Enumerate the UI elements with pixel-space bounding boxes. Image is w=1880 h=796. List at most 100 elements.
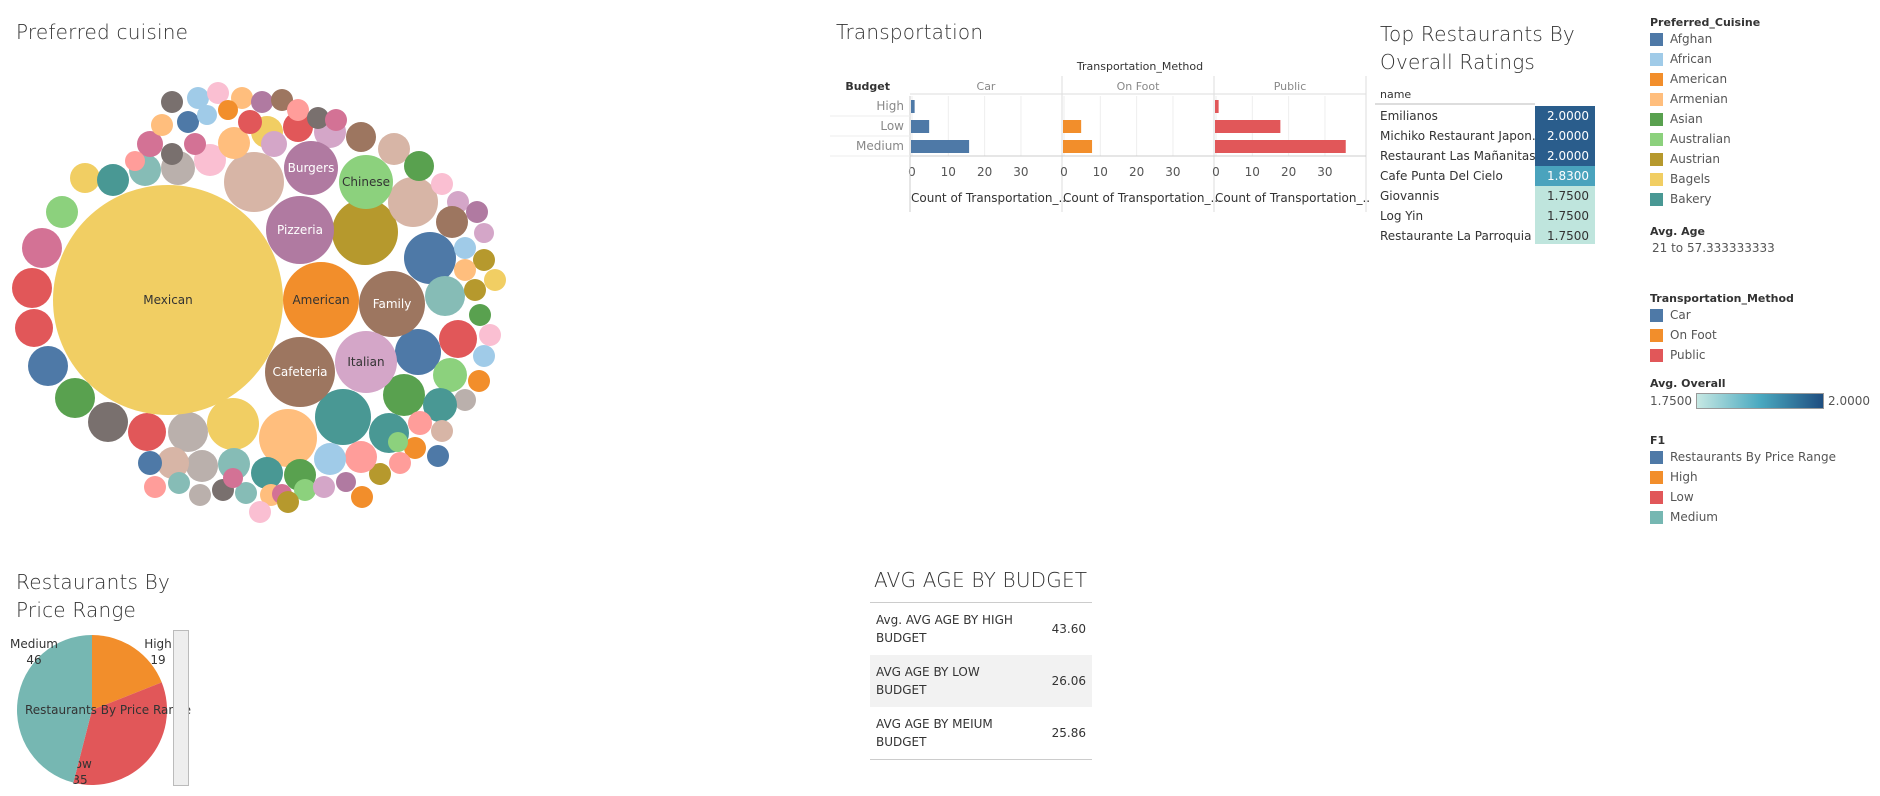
cuisine-bubble[interactable] xyxy=(427,445,449,467)
legend-f1-item[interactable]: Restaurants By Price Range xyxy=(1650,447,1870,467)
legend-f1-item[interactable]: Low xyxy=(1650,487,1870,507)
cuisine-bubble[interactable] xyxy=(12,268,52,308)
cuisine-bubble[interactable] xyxy=(28,346,68,386)
transport-bar[interactable] xyxy=(1215,100,1219,113)
transport-bar[interactable] xyxy=(911,100,915,113)
cuisine-bubble[interactable] xyxy=(345,441,377,473)
cuisine-bubble[interactable] xyxy=(138,451,162,475)
cuisine-bubble[interactable] xyxy=(189,484,211,506)
cuisine-bubble[interactable] xyxy=(404,232,456,284)
cuisine-bubble[interactable] xyxy=(346,122,376,152)
cuisine-bubble[interactable] xyxy=(277,491,299,513)
cuisine-bubble[interactable] xyxy=(468,370,490,392)
legend-cuisine-item[interactable]: Armenian xyxy=(1650,89,1870,109)
cuisine-bubble[interactable] xyxy=(431,420,453,442)
cuisine-bubble[interactable] xyxy=(238,110,262,134)
cuisine-bubble[interactable] xyxy=(431,173,453,195)
legend-cuisine-item[interactable]: African xyxy=(1650,49,1870,69)
legend-cuisine-item[interactable]: Bakery xyxy=(1650,189,1870,209)
cuisine-bubble[interactable] xyxy=(207,398,259,450)
transport-bar[interactable] xyxy=(911,140,970,153)
legend-cuisine-item[interactable]: Afghan xyxy=(1650,29,1870,49)
transport-bar[interactable] xyxy=(1063,140,1093,153)
cuisine-bubble[interactable] xyxy=(314,443,346,475)
legend-cuisine-item[interactable]: American xyxy=(1650,69,1870,89)
cuisine-bubble[interactable] xyxy=(223,468,243,488)
cuisine-bubble[interactable] xyxy=(128,413,166,451)
cuisine-bubble[interactable] xyxy=(336,472,356,492)
cuisine-bubble[interactable] xyxy=(469,304,491,326)
cuisine-bubble[interactable] xyxy=(186,450,218,482)
cuisine-bubble[interactable] xyxy=(287,99,309,121)
cuisine-bubble[interactable] xyxy=(168,412,208,452)
cuisine-bubble[interactable] xyxy=(388,432,408,452)
cuisine-bubble[interactable] xyxy=(251,457,283,489)
legend-cuisine-item[interactable]: Australian xyxy=(1650,129,1870,149)
cuisine-bubble[interactable] xyxy=(466,201,488,223)
cuisine-bubble[interactable] xyxy=(436,206,468,238)
legend-cuisine-swatch xyxy=(1650,92,1663,106)
cuisine-bubble[interactable] xyxy=(325,109,347,131)
legend-transport-item[interactable]: On Foot xyxy=(1650,325,1870,345)
cuisine-bubble[interactable] xyxy=(473,249,495,271)
cuisine-bubble[interactable] xyxy=(313,476,335,498)
legend-transport-item[interactable]: Car xyxy=(1650,305,1870,325)
legend-overall-scale: 1.7500 2.0000 xyxy=(1650,390,1870,412)
legend-cuisine-swatch xyxy=(1650,72,1663,86)
cuisine-bubble[interactable] xyxy=(218,100,238,120)
cuisine-bubble[interactable] xyxy=(151,114,173,136)
cuisine-bubble[interactable] xyxy=(161,91,183,113)
legend-transport-item[interactable]: Public xyxy=(1650,345,1870,365)
cuisine-bubble[interactable] xyxy=(454,259,476,281)
cuisine-bubble[interactable] xyxy=(177,111,199,133)
transport-bar[interactable] xyxy=(1063,120,1082,133)
cuisine-bubble[interactable] xyxy=(88,402,128,442)
cuisine-bubble[interactable] xyxy=(388,177,438,227)
legend-cuisine-item[interactable]: Bagels xyxy=(1650,169,1870,189)
panel-header: Car xyxy=(977,80,996,93)
legend-cuisine-list[interactable]: Afghan African American Armenian Asian Austra… xyxy=(1650,29,1870,219)
cuisine-bubble[interactable] xyxy=(484,269,506,291)
cuisine-bubble[interactable] xyxy=(224,152,284,212)
cuisine-bubble[interactable] xyxy=(389,452,411,474)
cuisine-bubble[interactable] xyxy=(144,476,166,498)
legend-cuisine-item[interactable]: Austrian xyxy=(1650,149,1870,169)
cuisine-bubble[interactable] xyxy=(474,223,494,243)
cuisine-bubble[interactable] xyxy=(70,163,100,193)
legend-f1-item[interactable]: High xyxy=(1650,467,1870,487)
cuisine-bubble[interactable] xyxy=(249,501,271,523)
cuisine-bubble[interactable] xyxy=(168,472,190,494)
legend-cuisine-item[interactable]: Asian xyxy=(1650,109,1870,129)
x-tick-label: 0 xyxy=(908,165,916,179)
cuisine-bubble[interactable] xyxy=(464,279,486,301)
top-table-value: 1.7500 xyxy=(1547,209,1589,223)
cuisine-bubble[interactable] xyxy=(161,143,183,165)
cuisine-bubble[interactable] xyxy=(97,164,129,196)
transport-bar[interactable] xyxy=(1215,120,1281,133)
cuisine-bubble[interactable] xyxy=(404,151,434,181)
transport-bar[interactable] xyxy=(911,120,930,133)
cuisine-bubble[interactable] xyxy=(395,329,441,375)
cuisine-bubble[interactable] xyxy=(433,358,467,392)
cuisine-bubble[interactable] xyxy=(473,345,495,367)
cuisine-bubble[interactable] xyxy=(55,378,95,418)
cuisine-bubble[interactable] xyxy=(197,105,217,125)
cuisine-bubble[interactable] xyxy=(46,196,78,228)
cuisine-bubble[interactable] xyxy=(479,324,501,346)
cuisine-bubble[interactable] xyxy=(22,228,62,268)
cuisine-bubble[interactable] xyxy=(184,133,206,155)
transport-bar[interactable] xyxy=(1215,140,1346,153)
legend-f1-item[interactable]: Medium xyxy=(1650,507,1870,527)
cuisine-bubble[interactable] xyxy=(454,389,476,411)
cuisine-bubble[interactable] xyxy=(408,411,432,435)
avg-age-title: AVG AGE BY BUDGET xyxy=(874,568,1088,592)
cuisine-bubble[interactable] xyxy=(439,320,477,358)
cuisine-bubble[interactable] xyxy=(351,486,373,508)
cuisine-bubble[interactable] xyxy=(15,309,53,347)
pie-scrollbar[interactable] xyxy=(173,630,189,786)
cuisine-bubble[interactable] xyxy=(261,131,287,157)
cuisine-bubble[interactable] xyxy=(454,237,476,259)
cuisine-bubble[interactable] xyxy=(251,91,273,113)
cuisine-bubble[interactable] xyxy=(425,276,465,316)
cuisine-bubble[interactable] xyxy=(125,151,145,171)
